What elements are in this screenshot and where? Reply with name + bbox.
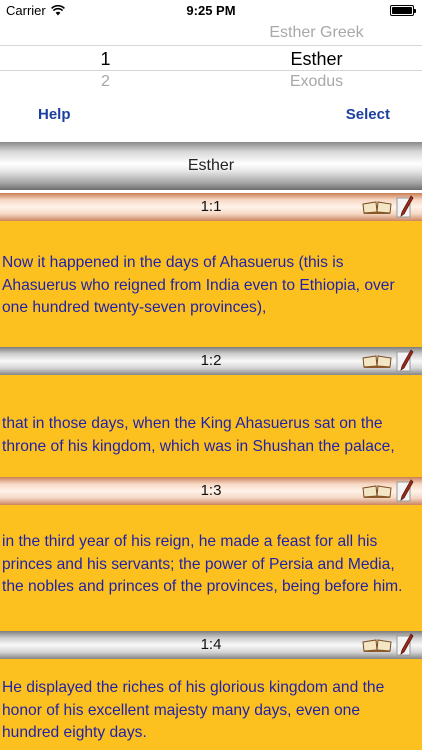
verse-actions: [362, 195, 414, 219]
verse-actions: [362, 479, 414, 503]
book-title-header: Esther: [0, 142, 422, 190]
book-icon[interactable]: [362, 484, 392, 498]
verse-header: 1:4: [0, 631, 422, 659]
verse-text: that in those days, when the King Ahasue…: [0, 375, 422, 477]
pen-icon[interactable]: [396, 633, 414, 657]
verse-actions: [362, 633, 414, 657]
picker-row-previous[interactable]: Esther Greek: [0, 24, 422, 44]
toolbar: Help Select: [0, 98, 422, 134]
picker-book-next[interactable]: Exodus: [211, 73, 422, 91]
help-button[interactable]: Help: [38, 106, 71, 123]
verse-text: He displayed the riches of his glorious …: [0, 659, 422, 750]
select-button[interactable]: Select: [346, 106, 390, 123]
verse-reference: 1:3: [200, 482, 222, 499]
book-icon[interactable]: [362, 638, 392, 652]
pen-icon[interactable]: [396, 479, 414, 503]
picker-chapter-selected[interactable]: 1: [0, 46, 211, 72]
book-chapter-picker[interactable]: Esther Greek 1 Esther 2 Exodus: [0, 22, 422, 98]
book-icon[interactable]: [362, 354, 392, 368]
picker-book-selected[interactable]: Esther: [211, 46, 422, 72]
picker-book-previous[interactable]: Esther Greek: [211, 24, 422, 42]
pen-icon[interactable]: [396, 195, 414, 219]
verse-text: in the third year of his reign, he made …: [0, 505, 422, 631]
picker-row-next[interactable]: 2 Exodus: [0, 73, 422, 93]
verse-actions: [362, 349, 414, 373]
verse-reference: 1:2: [200, 352, 222, 369]
status-bar: Carrier 9:25 PM: [0, 0, 422, 22]
status-time: 9:25 PM: [186, 3, 236, 18]
book-icon[interactable]: [362, 200, 392, 214]
verse-header: 1:2: [0, 347, 422, 375]
battery-icon: [390, 5, 416, 16]
verse-reference: 1:1: [200, 198, 222, 215]
picker-row-selected[interactable]: 1 Esther: [0, 45, 422, 71]
verse-header: 1:3: [0, 477, 422, 505]
picker-chapter-next[interactable]: 2: [0, 73, 211, 91]
verse-header: 1:1: [0, 193, 422, 221]
verse-text: Now it happened in the days of Ahasuerus…: [0, 221, 422, 347]
verse-reference: 1:4: [200, 636, 222, 653]
pen-icon[interactable]: [396, 349, 414, 373]
